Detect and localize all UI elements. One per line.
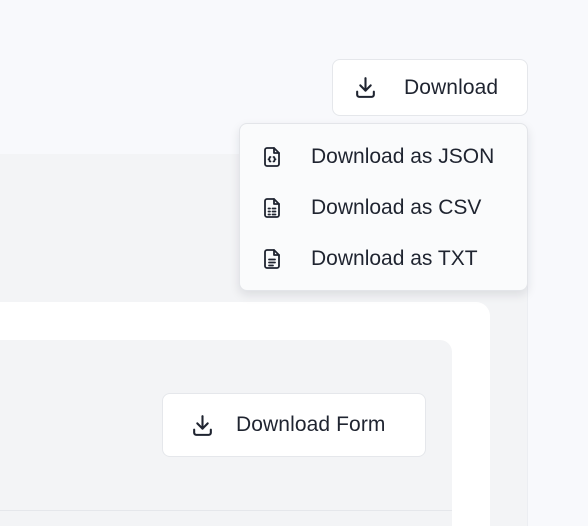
download-icon — [353, 75, 378, 100]
file-json-icon — [260, 145, 284, 169]
download-icon — [190, 413, 215, 438]
menu-item-download-csv[interactable]: Download as CSV — [240, 182, 527, 233]
download-menu: Download as JSON Download as CSV Downloa… — [239, 123, 528, 291]
right-edge-strip — [528, 0, 588, 526]
menu-item-download-txt[interactable]: Download as TXT — [240, 233, 527, 284]
menu-item-label: Download as CSV — [311, 195, 482, 219]
menu-item-download-json[interactable]: Download as JSON — [240, 131, 527, 182]
menu-item-label: Download as JSON — [311, 144, 495, 168]
download-button[interactable]: Download — [332, 59, 528, 116]
download-form-button-label: Download Form — [236, 413, 386, 436]
download-form-button[interactable]: Download Form — [162, 393, 426, 457]
download-button-label: Download — [404, 75, 499, 99]
form-card-divider — [0, 510, 452, 511]
menu-item-label: Download as TXT — [311, 246, 478, 270]
file-csv-icon — [260, 196, 284, 220]
file-text-icon — [260, 247, 284, 271]
